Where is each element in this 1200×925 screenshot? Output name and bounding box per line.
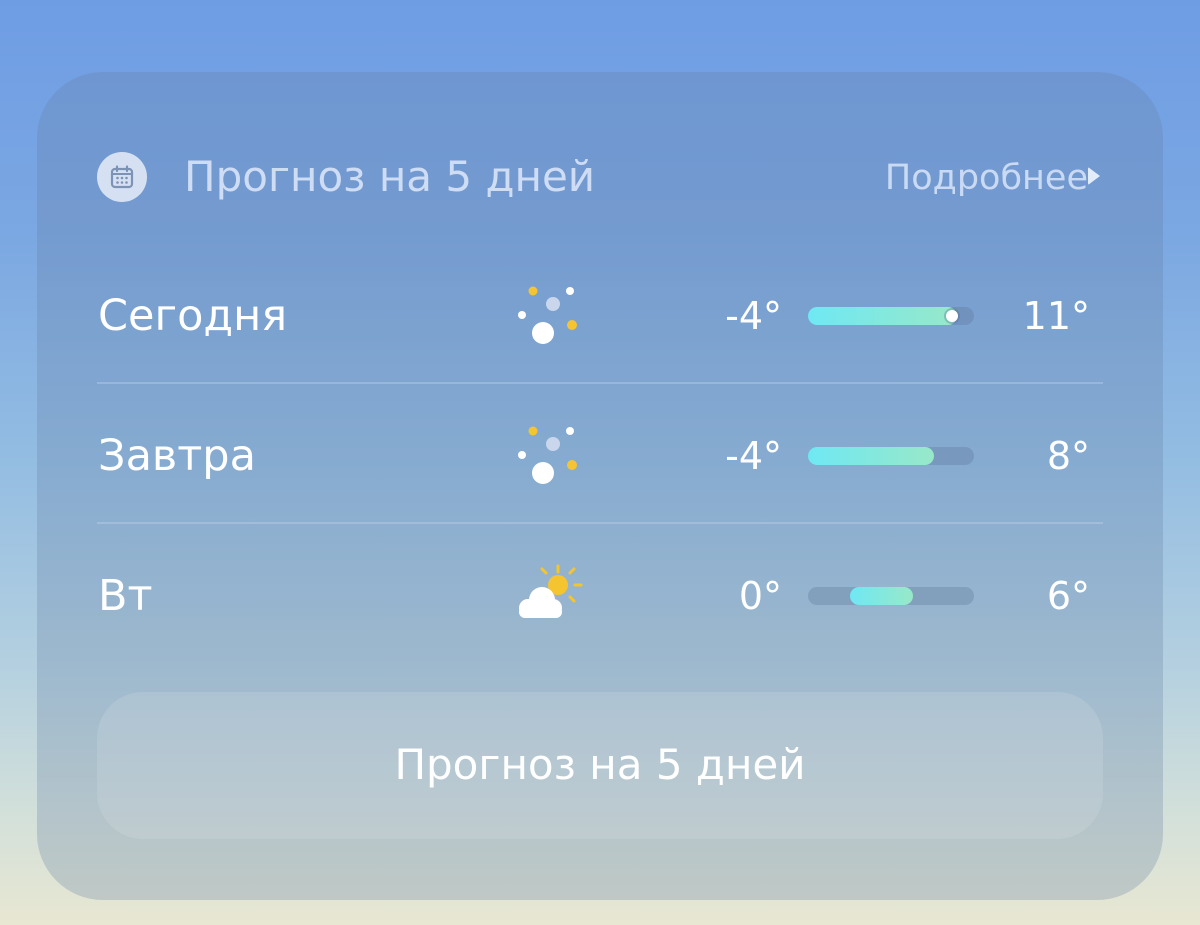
temp-max: 8° — [1046, 434, 1090, 478]
temp-max: 11° — [1022, 294, 1090, 338]
temp-max: 6° — [1046, 574, 1090, 618]
temp-range-bar — [808, 447, 974, 465]
day-label: Сегодня — [98, 291, 288, 341]
day-label: Вт — [98, 571, 153, 621]
temp-range-bar — [808, 587, 974, 605]
temp-min: -4° — [725, 294, 782, 338]
temp-min: 0° — [738, 574, 782, 618]
temp-min: -4° — [725, 434, 782, 478]
day-label: Завтра — [98, 431, 256, 481]
forecast-row-today: Сегодня -4° 11° — [0, 276, 1200, 356]
forecast-row-tomorrow: Завтра -4° 8° — [0, 416, 1200, 496]
temp-range-fill — [808, 307, 958, 325]
partly-cloudy-icon — [508, 556, 584, 632]
temp-range-fill — [808, 447, 935, 465]
current-temp-marker — [946, 310, 959, 322]
divider — [97, 522, 1103, 524]
temp-range-bar — [808, 307, 974, 325]
five-day-forecast-button-label: Прогноз на 5 дней — [394, 740, 806, 789]
forecast-title: Прогноз на 5 дней — [184, 152, 596, 201]
more-details-link[interactable]: Подробнее — [885, 154, 1088, 202]
chevron-right-icon[interactable] — [1088, 167, 1100, 185]
forecast-row-tuesday: Вт 0° 6° — [0, 556, 1200, 636]
snow-icon — [508, 416, 584, 492]
temp-range-fill — [849, 587, 913, 605]
five-day-forecast-button[interactable]: Прогноз на 5 дней — [97, 692, 1103, 839]
forecast-header: Прогноз на 5 дней Подробнее — [0, 146, 1200, 208]
snow-icon — [508, 276, 584, 352]
calendar-icon — [97, 152, 147, 202]
divider — [97, 382, 1103, 384]
